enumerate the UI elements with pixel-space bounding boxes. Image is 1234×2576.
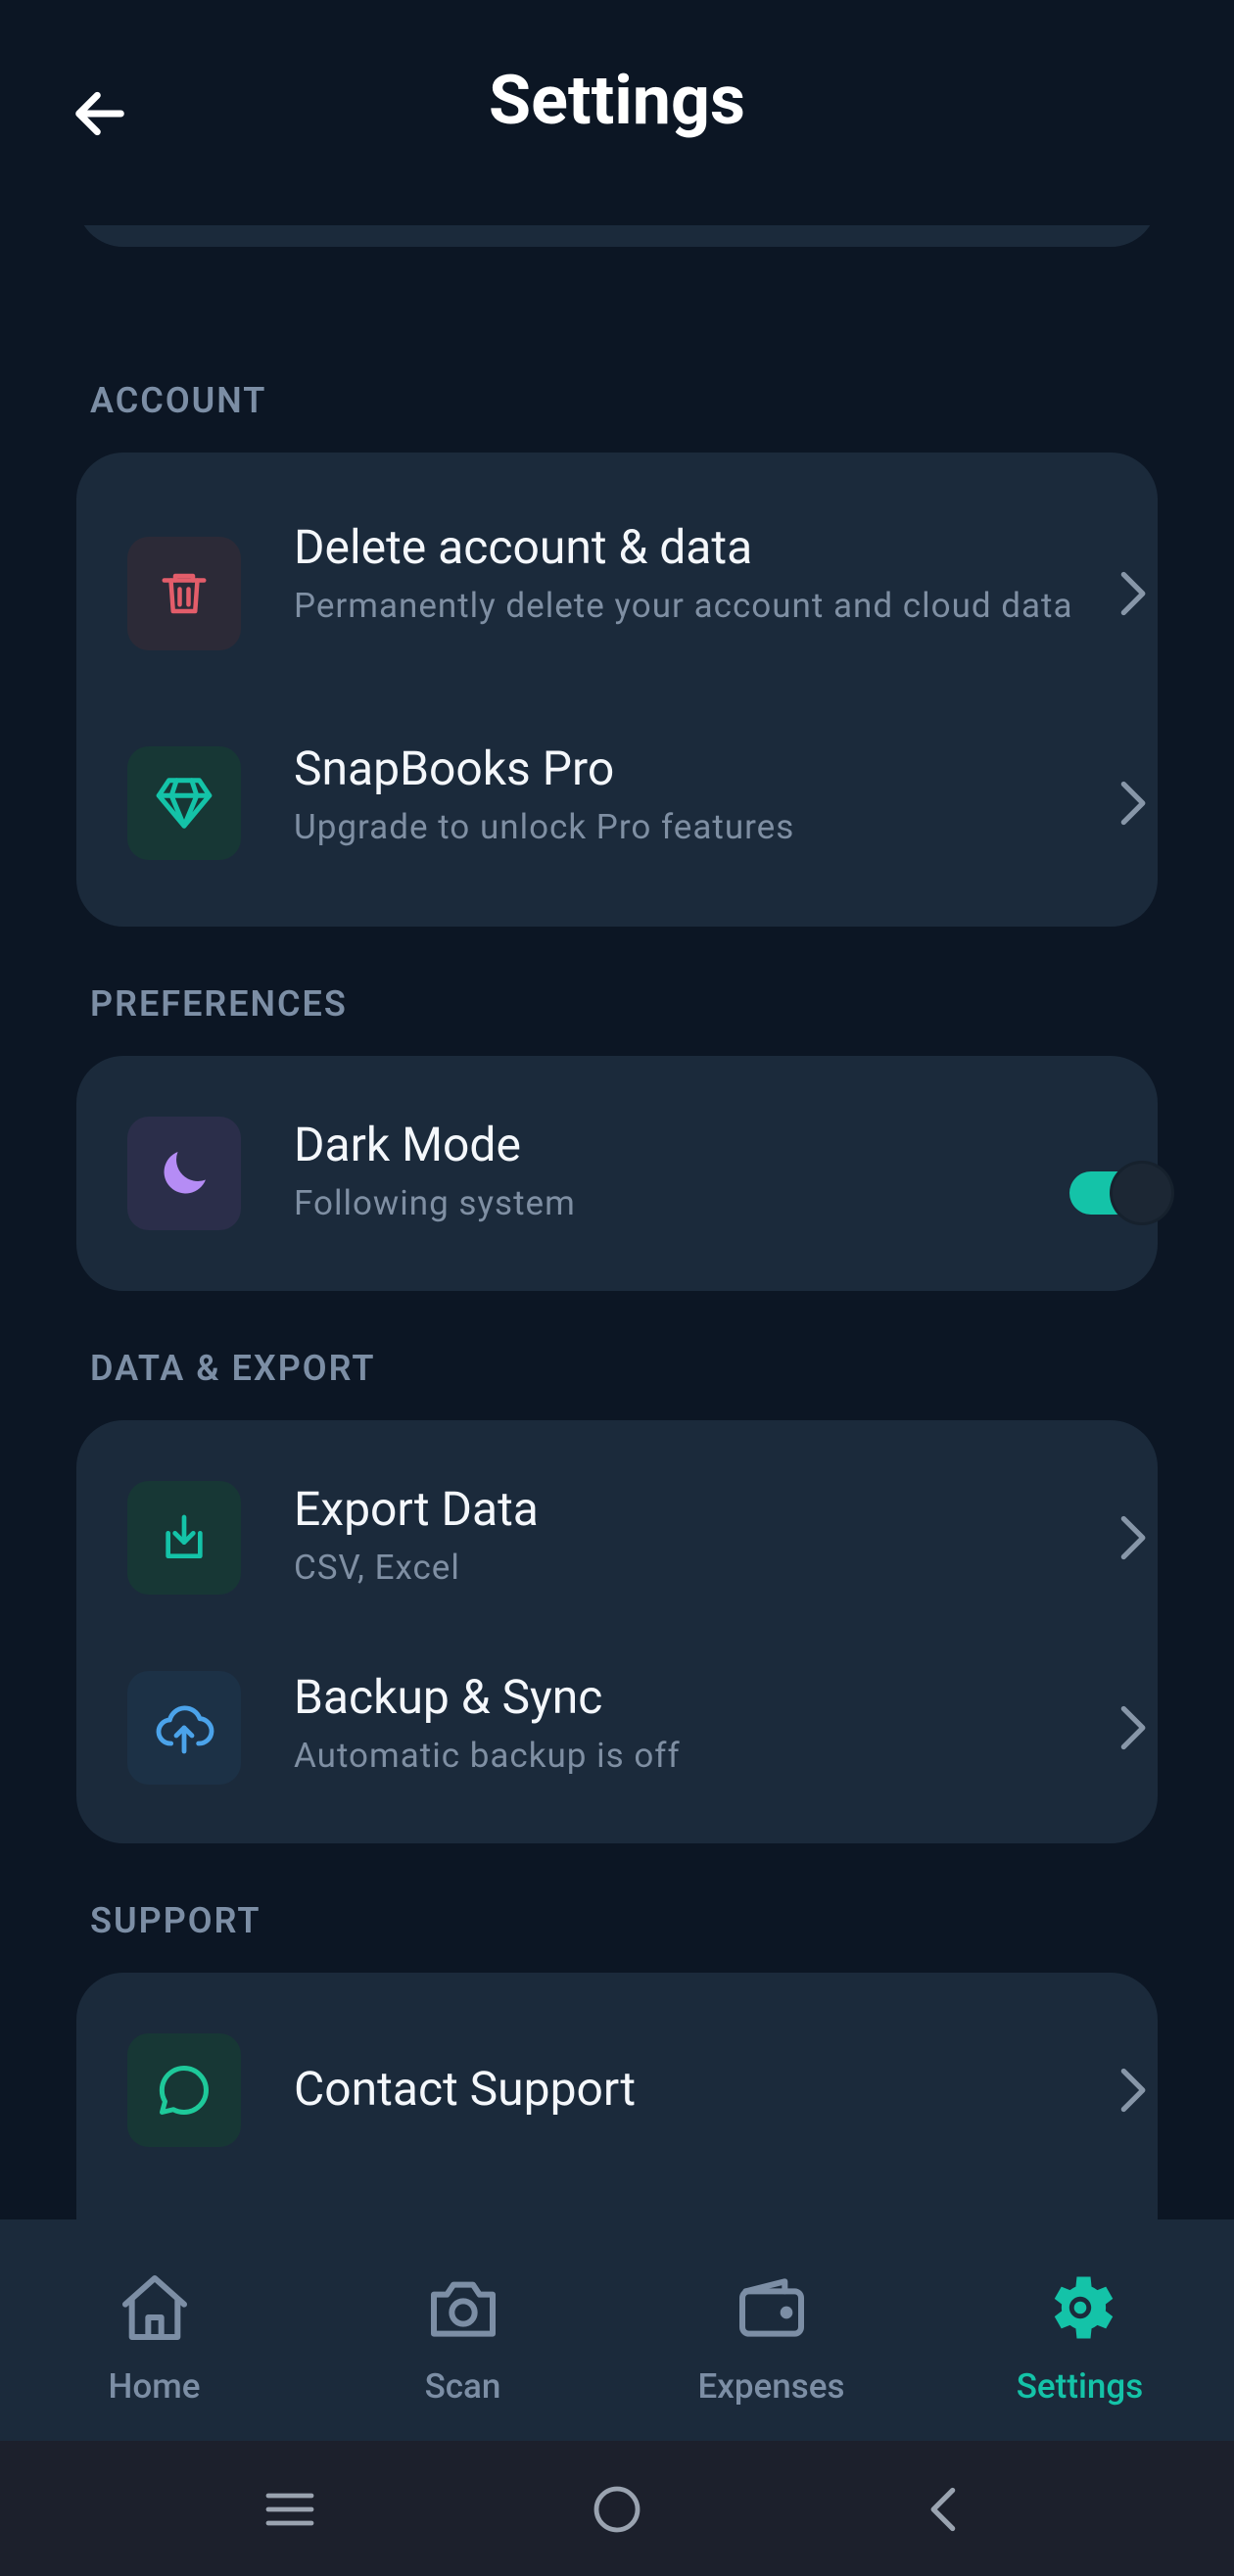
export-data-subtitle: CSV, Excel bbox=[294, 1548, 460, 1588]
nav-expenses[interactable]: Expenses bbox=[617, 2219, 926, 2441]
chevron-right-icon bbox=[1113, 1510, 1152, 1565]
chevron-right-icon bbox=[1113, 776, 1152, 831]
camera-icon bbox=[308, 2266, 617, 2349]
toggle-thumb bbox=[1113, 1164, 1171, 1222]
dark-mode-title: Dark Mode bbox=[294, 1117, 521, 1172]
gear-icon bbox=[926, 2266, 1234, 2349]
back-chevron-icon[interactable] bbox=[895, 2470, 993, 2549]
preferences-card: Dark Mode Following system bbox=[76, 1056, 1171, 1291]
nav-scan[interactable]: Scan bbox=[308, 2219, 617, 2441]
export-data-title: Export Data bbox=[294, 1481, 539, 1537]
system-navigation-bar bbox=[0, 2441, 1234, 2576]
support-icon-box bbox=[127, 2033, 241, 2147]
section-title-account: ACCOUNT bbox=[90, 380, 267, 421]
data-export-card: Export Data CSV, Excel Backup & Sync Aut… bbox=[76, 1420, 1158, 1843]
chevron-right-icon bbox=[1113, 2063, 1152, 2118]
delete-account-title: Delete account & data bbox=[294, 519, 753, 575]
page-title: Settings bbox=[489, 61, 745, 141]
contact-support-row[interactable]: Contact Support bbox=[76, 1973, 1158, 2204]
diamond-icon bbox=[156, 778, 213, 829]
dark-mode-toggle[interactable] bbox=[1068, 1164, 1175, 1222]
backup-sync-title: Backup & Sync bbox=[294, 1669, 603, 1725]
delete-account-row[interactable]: Delete account & data Permanently delete… bbox=[76, 453, 1158, 703]
nav-expenses-label: Expenses bbox=[697, 2366, 845, 2407]
section-title-data-export: DATA & EXPORT bbox=[90, 1348, 376, 1389]
delete-icon-box bbox=[127, 537, 241, 650]
backup-icon-box bbox=[127, 1671, 241, 1785]
wallet-icon bbox=[617, 2266, 926, 2349]
dark-mode-subtitle: Following system bbox=[294, 1183, 576, 1223]
bottom-navigation: Home Scan Expenses Settings bbox=[0, 2219, 1234, 2441]
home-icon bbox=[0, 2266, 308, 2349]
download-icon bbox=[166, 1514, 203, 1558]
section-title-preferences: PREFERENCES bbox=[90, 983, 348, 1025]
snapbooks-pro-subtitle: Upgrade to unlock Pro features bbox=[294, 807, 795, 847]
dark-mode-icon-box bbox=[127, 1117, 241, 1230]
menu-icon[interactable] bbox=[241, 2470, 339, 2549]
chevron-right-icon bbox=[1113, 1700, 1152, 1755]
trash-icon bbox=[162, 573, 207, 614]
backup-sync-subtitle: Automatic backup is off bbox=[294, 1736, 681, 1776]
app-header: Settings bbox=[0, 0, 1234, 225]
home-circle-icon[interactable] bbox=[568, 2470, 666, 2549]
dark-mode-row[interactable]: Dark Mode Following system bbox=[76, 1056, 1171, 1291]
snapbooks-pro-title: SnapBooks Pro bbox=[294, 740, 615, 796]
export-icon-box bbox=[127, 1481, 241, 1595]
nav-home-label: Home bbox=[108, 2366, 201, 2407]
delete-account-subtitle: Permanently delete your account and clou… bbox=[294, 586, 1073, 626]
account-card: Delete account & data Permanently delete… bbox=[76, 453, 1158, 927]
snapbooks-pro-row[interactable]: SnapBooks Pro Upgrade to unlock Pro feat… bbox=[76, 703, 1158, 927]
chat-bubble-icon bbox=[159, 2065, 209, 2115]
backup-sync-row[interactable]: Backup & Sync Automatic backup is off bbox=[76, 1630, 1158, 1843]
export-data-row[interactable]: Export Data CSV, Excel bbox=[76, 1420, 1158, 1630]
moon-icon bbox=[164, 1152, 206, 1194]
chevron-right-icon bbox=[1113, 566, 1152, 621]
pro-icon-box bbox=[127, 746, 241, 860]
nav-scan-label: Scan bbox=[424, 2366, 501, 2407]
nav-settings[interactable]: Settings bbox=[926, 2219, 1234, 2441]
cloud-upload-icon bbox=[156, 1705, 214, 1754]
section-title-support: SUPPORT bbox=[90, 1900, 261, 1941]
nav-home[interactable]: Home bbox=[0, 2219, 308, 2441]
nav-settings-label: Settings bbox=[1016, 2366, 1144, 2407]
contact-support-title: Contact Support bbox=[294, 2061, 637, 2117]
